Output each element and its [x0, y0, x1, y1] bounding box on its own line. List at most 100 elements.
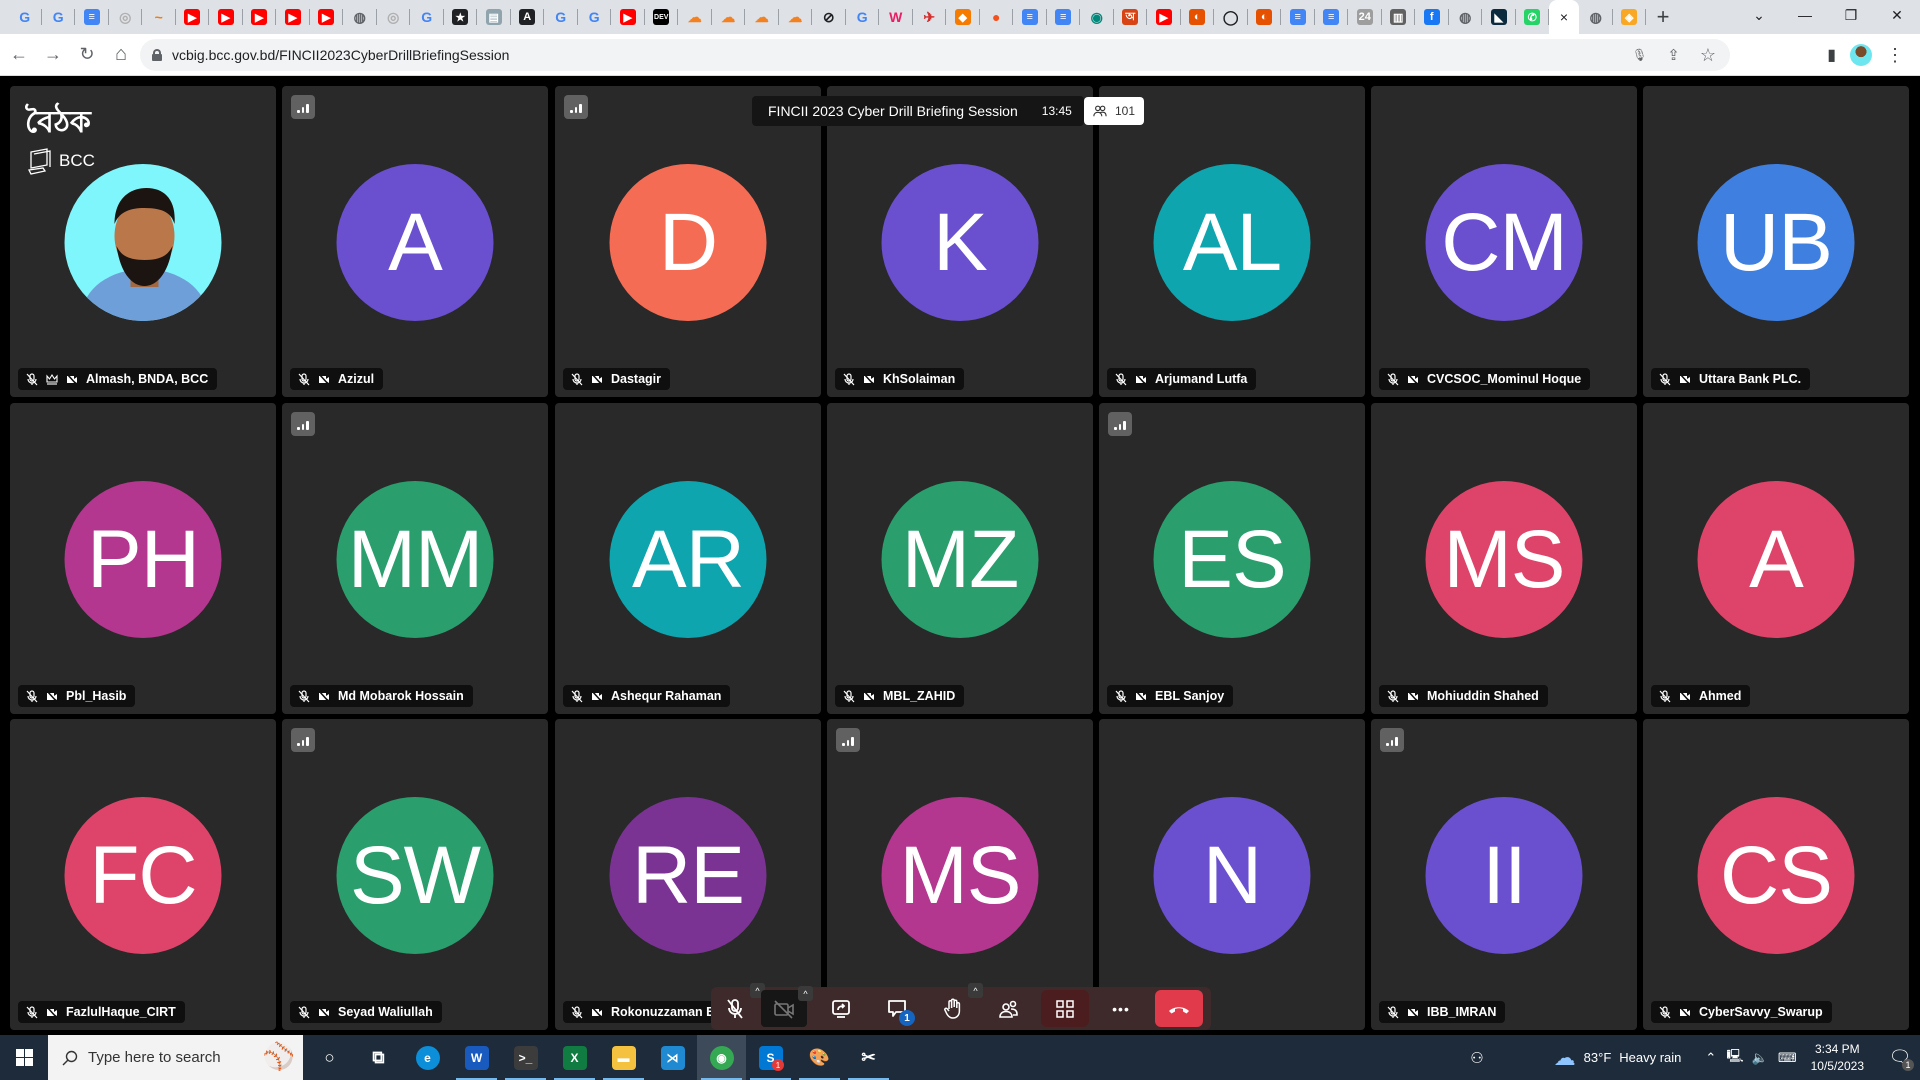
browser-tab[interactable]: ◎: [109, 0, 143, 34]
address-bar[interactable]: vcbig.bcc.gov.bd/FINCII2023CyberDrillBri…: [140, 39, 1730, 71]
browser-tab[interactable]: ✆: [1516, 0, 1550, 34]
network-icon[interactable]: 🖳: [1726, 1047, 1743, 1069]
browser-tab[interactable]: ◉: [1080, 0, 1114, 34]
more-options-button[interactable]: •••: [1097, 987, 1145, 1030]
participant-tile[interactable]: ES EBL Sanjoy: [1099, 403, 1365, 714]
participant-tile[interactable]: D Dastagir: [555, 86, 821, 397]
browser-tab[interactable]: ▶: [276, 0, 310, 34]
browser-tab[interactable]: ●: [980, 0, 1014, 34]
browser-tab[interactable]: ☁: [779, 0, 813, 34]
participant-tile[interactable]: FC FazlulHaque_CIRT: [10, 719, 276, 1030]
browser-tab[interactable]: A: [511, 0, 545, 34]
browser-tab[interactable]: ≡: [1315, 0, 1349, 34]
browser-tab[interactable]: ▶: [1147, 0, 1181, 34]
participant-tile[interactable]: MS Mohiuddin Shahed: [1371, 403, 1637, 714]
participant-tile[interactable]: MZ MBL_ZAHID: [827, 403, 1093, 714]
participant-tile[interactable]: বৈঠক BCC Almash, BNDA, BCC: [10, 86, 276, 397]
close-tab-icon[interactable]: ×: [1560, 9, 1568, 25]
participant-tile[interactable]: AL Arjumand Lutfa: [1099, 86, 1365, 397]
browser-tab[interactable]: ≡: [1047, 0, 1081, 34]
gallery-view-button[interactable]: [1041, 990, 1089, 1027]
taskbar-app-skype[interactable]: S1: [746, 1035, 795, 1080]
signal-strength-icon[interactable]: [291, 412, 315, 436]
browser-tab[interactable]: G: [544, 0, 578, 34]
taskbar-app-vscode[interactable]: ⋊: [648, 1035, 697, 1080]
browser-tab[interactable]: ▤: [477, 0, 511, 34]
browser-tab[interactable]: ▥: [1382, 0, 1416, 34]
browser-tab[interactable]: ✈: [913, 0, 947, 34]
browser-tab[interactable]: ≡: [1013, 0, 1047, 34]
profile-avatar[interactable]: [1850, 44, 1872, 66]
participant-tile[interactable]: CS CyberSavvy_Swarup: [1643, 719, 1909, 1030]
participant-tile[interactable]: SW Seyad Waliullah: [282, 719, 548, 1030]
participant-tile[interactable]: MM Md Mobarok Hossain: [282, 403, 548, 714]
participants-button[interactable]: [985, 987, 1033, 1030]
browser-tab[interactable]: ◍: [343, 0, 377, 34]
browser-tab[interactable]: f: [1415, 0, 1449, 34]
browser-tab[interactable]: ☁: [745, 0, 779, 34]
chat-button[interactable]: 1: [873, 987, 921, 1030]
reactions-caret[interactable]: ^: [968, 983, 983, 998]
browser-tab[interactable]: ◐: [1181, 0, 1215, 34]
browser-tab[interactable]: ◐: [1248, 0, 1282, 34]
participants-count-button[interactable]: 101: [1084, 97, 1144, 125]
participant-tile[interactable]: MSMS: [827, 719, 1093, 1030]
browser-tab[interactable]: ▶: [611, 0, 645, 34]
browser-tab[interactable]: ◍: [1449, 0, 1483, 34]
browser-tab[interactable]: ≡: [1281, 0, 1315, 34]
signal-strength-icon[interactable]: [564, 95, 588, 119]
taskbar-app-excel[interactable]: X: [550, 1035, 599, 1080]
side-panel-icon[interactable]: ▮: [1827, 45, 1836, 65]
browser-tab[interactable]: G: [846, 0, 880, 34]
browser-tab[interactable]: ⊘: [812, 0, 846, 34]
participant-tile[interactable]: UB Uttara Bank PLC.: [1643, 86, 1909, 397]
browser-tab[interactable]: ◯: [1214, 0, 1248, 34]
participant-tile[interactable]: AR Ashequr Rahaman: [555, 403, 821, 714]
participant-tile[interactable]: CM CVCSOC_Mominul Hoque: [1371, 86, 1637, 397]
people-tray-icon[interactable]: ⚇: [1470, 1049, 1483, 1067]
home-button[interactable]: ⌂: [106, 40, 136, 70]
browser-tab[interactable]: ~: [142, 0, 176, 34]
taskbar-app-task-view[interactable]: ⧉: [354, 1035, 403, 1080]
raise-hand-button[interactable]: ^: [929, 983, 983, 1030]
taskbar-app-cortana[interactable]: ○: [305, 1035, 354, 1080]
browser-tab[interactable]: DEV: [645, 0, 679, 34]
browser-tab[interactable]: ☁: [678, 0, 712, 34]
signal-strength-icon[interactable]: [1380, 728, 1404, 752]
url-text[interactable]: vcbig.bcc.gov.bd/FINCII2023CyberDrillBri…: [172, 47, 509, 63]
browser-tab[interactable]: ▶: [310, 0, 344, 34]
browser-tab[interactable]: ◍: [1579, 0, 1613, 34]
participant-tile[interactable]: NN: [1099, 719, 1365, 1030]
participant-tile[interactable]: RE Rokonuzzaman E: [555, 719, 821, 1030]
keyboard-icon[interactable]: ⌨: [1778, 1050, 1797, 1066]
clock[interactable]: 3:34 PM 10/5/2023: [1811, 1041, 1864, 1075]
browser-tab[interactable]: W: [879, 0, 913, 34]
browser-tab[interactable]: ≡: [75, 0, 109, 34]
back-button[interactable]: ←: [4, 40, 34, 70]
taskbar-app-word[interactable]: W: [452, 1035, 501, 1080]
browser-tab[interactable]: ★: [444, 0, 478, 34]
signal-strength-icon[interactable]: [1108, 412, 1132, 436]
browser-tab[interactable]: G: [8, 0, 42, 34]
taskbar-app-edge[interactable]: e: [403, 1035, 452, 1080]
microphone-icon[interactable]: 🎙: [1632, 48, 1647, 62]
participant-tile[interactable]: A Azizul: [282, 86, 548, 397]
browser-tab[interactable]: অ: [1114, 0, 1148, 34]
taskbar-app-snipping-tool[interactable]: ✂: [844, 1035, 893, 1080]
browser-tab[interactable]: G: [578, 0, 612, 34]
participant-tile[interactable]: K KhSolaiman: [827, 86, 1093, 397]
camera-options-caret[interactable]: ^: [798, 986, 813, 1001]
weather-temp[interactable]: 83°F: [1584, 1050, 1612, 1065]
weather-text[interactable]: Heavy rain: [1619, 1050, 1681, 1065]
signal-strength-icon[interactable]: [836, 728, 860, 752]
participant-tile[interactable]: A Ahmed: [1643, 403, 1909, 714]
signal-strength-icon[interactable]: [291, 728, 315, 752]
menu-icon[interactable]: ⋮: [1886, 45, 1904, 66]
taskbar-app-chrome[interactable]: ◉: [697, 1035, 746, 1080]
active-tab[interactable]: ×: [1549, 0, 1579, 34]
taskbar-app-terminal-tool[interactable]: >_: [501, 1035, 550, 1080]
start-button[interactable]: [0, 1035, 48, 1080]
browser-tab[interactable]: ◎: [377, 0, 411, 34]
notification-center-button[interactable]: 🗨 1: [1880, 1035, 1920, 1080]
browser-tab[interactable]: ▶: [209, 0, 243, 34]
